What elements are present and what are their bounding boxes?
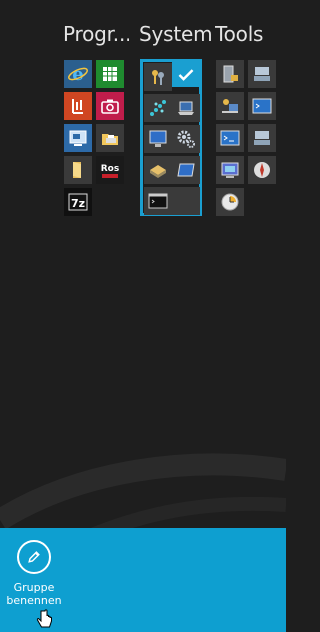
tile-event-viewer[interactable]: [216, 156, 244, 184]
tile-monitor-settings[interactable]: [144, 125, 172, 153]
user-computer-icon: [222, 99, 238, 113]
tile-command-prompt[interactable]: [144, 187, 172, 215]
tile-computer-network[interactable]: [248, 60, 276, 88]
command-prompt-icon: [148, 193, 168, 209]
internet-explorer-icon: e: [68, 64, 88, 85]
monitor-icon: [149, 130, 167, 147]
tile-drive[interactable]: [144, 156, 172, 184]
tile-folder-printer[interactable]: [96, 124, 124, 152]
tile-empty: [172, 187, 200, 215]
spreadsheet-icon: [103, 67, 117, 81]
network-dots-icon: [150, 100, 166, 116]
drive-icon: [150, 165, 166, 178]
gear-icon: [177, 130, 195, 148]
computer-network-icon: [254, 67, 270, 81]
tile-folder[interactable]: [64, 156, 92, 184]
tile-console[interactable]: [216, 124, 244, 152]
group-title-tools[interactable]: Tools: [215, 22, 263, 46]
hand-cursor-icon: [36, 609, 52, 628]
tile-network[interactable]: [144, 94, 172, 122]
rename-group-button[interactable]: Gruppe benennen: [6, 540, 62, 607]
compass-icon: [254, 162, 270, 178]
console-icon: [220, 130, 240, 146]
tile-spreadsheet[interactable]: [96, 60, 124, 88]
tile-gear-settings[interactable]: [172, 125, 200, 153]
tile-internet-explorer[interactable]: e: [64, 60, 92, 88]
printer-network-icon: [254, 131, 270, 145]
window-icon: [177, 163, 195, 177]
tile-clock[interactable]: [216, 188, 244, 216]
clock-icon: [221, 193, 239, 211]
tile-ros-app[interactable]: Ros: [96, 156, 124, 184]
folder-printer-icon: [102, 134, 118, 145]
tile-key-users[interactable]: [144, 63, 172, 91]
tile-user-computer[interactable]: [216, 92, 244, 120]
svg-text:Ros: Ros: [101, 164, 119, 174]
tile-compass[interactable]: [248, 156, 276, 184]
document-reader-icon: [72, 99, 83, 114]
terminal-icon: [252, 98, 272, 114]
ros-app-icon: Ros: [101, 164, 119, 178]
tile-7zip[interactable]: 7z: [64, 188, 92, 216]
tile-laptop[interactable]: [172, 94, 200, 122]
group-title-system[interactable]: System: [139, 22, 212, 46]
rename-group-label: Gruppe benennen: [6, 581, 62, 607]
event-viewer-icon: [221, 162, 239, 178]
svg-text:e: e: [72, 64, 83, 85]
checkmark-icon: [178, 68, 193, 81]
laptop-icon: [178, 101, 194, 115]
group-title-programs[interactable]: Progr...: [63, 22, 129, 46]
folder-icon: [73, 162, 81, 178]
7zip-icon: 7z: [68, 193, 88, 211]
selected-check[interactable]: [172, 62, 199, 87]
tile-printer-network[interactable]: [248, 124, 276, 152]
tile-remote-desktop[interactable]: [64, 124, 92, 152]
server-lock-icon: [223, 65, 238, 83]
svg-text:7z: 7z: [71, 197, 85, 210]
camera-icon: [101, 99, 119, 114]
rename-icon-circle: [17, 540, 51, 574]
pencil-icon: [28, 551, 40, 563]
tile-camera[interactable]: [96, 92, 124, 120]
keys-icon: [152, 70, 164, 85]
tile-window[interactable]: [172, 156, 200, 184]
tile-document-reader[interactable]: [64, 92, 92, 120]
tile-server-lock[interactable]: [216, 60, 244, 88]
remote-desktop-icon: [69, 130, 87, 146]
tile-terminal[interactable]: [248, 92, 276, 120]
